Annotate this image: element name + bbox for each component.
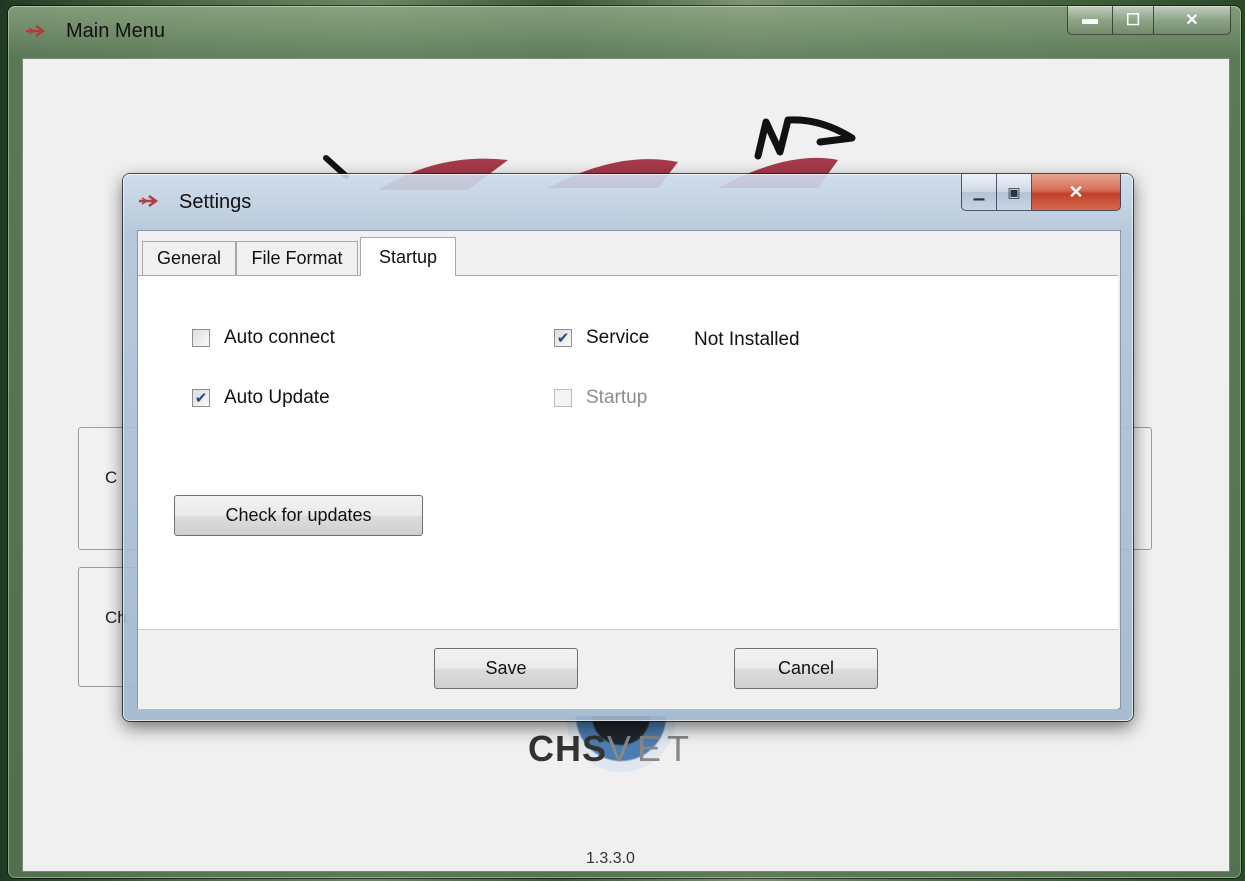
startup-tab-panel: Auto connect ✔ Auto Update ✔ Service Not… bbox=[138, 275, 1118, 630]
save-button[interactable]: Save bbox=[434, 648, 578, 689]
version-label: 1.3.3.0 bbox=[586, 850, 635, 867]
close-icon: ✕ bbox=[1185, 12, 1199, 29]
settings-minimize-button[interactable]: ▁ bbox=[961, 174, 997, 211]
tab-startup[interactable]: Startup bbox=[360, 237, 456, 276]
startup-label: Startup bbox=[586, 387, 648, 408]
settings-arrow-icon bbox=[139, 195, 159, 207]
close-icon: ✕ bbox=[1068, 181, 1084, 202]
tab-general-label: General bbox=[156, 248, 222, 268]
maximize-icon: ▣ bbox=[1007, 183, 1021, 200]
minimize-icon: ▁ bbox=[973, 183, 985, 200]
auto-update-label: Auto Update bbox=[224, 387, 330, 408]
main-titlebar[interactable]: Main Menu ▬ ☐ ✕ bbox=[8, 6, 1241, 58]
maximize-icon: ☐ bbox=[1125, 12, 1141, 29]
check-for-updates-label: Check for updates bbox=[225, 505, 372, 525]
settings-client-area: General File Format Startup Auto connect… bbox=[137, 230, 1121, 709]
minimize-button[interactable]: ▬ bbox=[1067, 6, 1113, 35]
close-button[interactable]: ✕ bbox=[1154, 6, 1231, 35]
auto-connect-option[interactable]: Auto connect bbox=[192, 327, 335, 349]
settings-dialog-title: Settings bbox=[179, 191, 252, 213]
logo-light-text: VET bbox=[607, 728, 696, 769]
settings-maximize-button[interactable]: ▣ bbox=[997, 174, 1032, 211]
background-button-1-label: C bbox=[105, 468, 118, 487]
startup-checkbox bbox=[554, 389, 572, 407]
tab-general[interactable]: General bbox=[142, 241, 236, 275]
service-option[interactable]: ✔ Service bbox=[554, 327, 649, 349]
checkmark-icon: ✔ bbox=[194, 390, 208, 407]
checkmark-icon: ✔ bbox=[556, 330, 570, 347]
service-checkbox[interactable]: ✔ bbox=[554, 329, 572, 347]
auto-connect-checkbox[interactable] bbox=[192, 329, 210, 347]
logo-bold-text: CHS bbox=[528, 728, 608, 769]
auto-connect-label: Auto connect bbox=[224, 327, 335, 348]
check-for-updates-button[interactable]: Check for updates bbox=[174, 495, 423, 536]
auto-update-checkbox[interactable]: ✔ bbox=[192, 389, 210, 407]
save-button-label: Save bbox=[485, 658, 527, 678]
app-arrow-icon bbox=[26, 25, 46, 37]
tab-file-format[interactable]: File Format bbox=[236, 241, 358, 275]
product-logo: CHSVET bbox=[528, 728, 695, 770]
dialog-footer: Save Cancel bbox=[138, 629, 1118, 709]
cancel-button-label: Cancel bbox=[777, 658, 835, 678]
main-window-title: Main Menu bbox=[66, 20, 165, 42]
minimize-icon: ▬ bbox=[1082, 11, 1098, 28]
auto-update-option[interactable]: ✔ Auto Update bbox=[192, 387, 330, 409]
settings-dialog: Settings ▁ ▣ ✕ General File Format Start… bbox=[123, 174, 1133, 721]
maximize-button[interactable]: ☐ bbox=[1113, 6, 1154, 35]
cancel-button[interactable]: Cancel bbox=[734, 648, 878, 689]
service-label: Service bbox=[586, 327, 650, 348]
tab-file-format-label: File Format bbox=[251, 248, 343, 268]
settings-close-button[interactable]: ✕ bbox=[1032, 174, 1121, 211]
startup-option: Startup bbox=[554, 387, 647, 409]
service-status-text: Not Installed bbox=[694, 329, 800, 350]
tab-startup-label: Startup bbox=[378, 246, 438, 267]
